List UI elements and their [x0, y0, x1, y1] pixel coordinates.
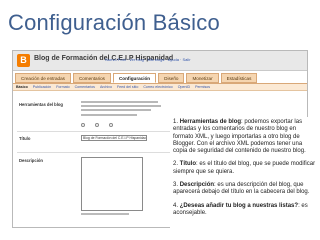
- slide-title: Configuración Básico: [8, 10, 220, 35]
- blogger-logo-icon: B: [17, 54, 30, 67]
- subtab-openid[interactable]: OpenID: [178, 85, 190, 89]
- top-links[interactable]: Nuevo Post · Ver blog · Mis blogs · Ayud…: [105, 57, 191, 62]
- term-listas: ¿Deseas añadir tu blog a nuestras listas…: [179, 202, 299, 209]
- subtab-formato[interactable]: Formato: [56, 85, 69, 89]
- subtab-publicacion[interactable]: Publicación: [33, 85, 51, 89]
- tools-label: Herramientas del blog: [19, 102, 63, 107]
- subtab-correo[interactable]: Correo electrónico: [143, 85, 172, 89]
- tab-diseno[interactable]: Diseño: [158, 73, 185, 83]
- subtab-feed[interactable]: Feed del sitio: [117, 85, 138, 89]
- tab-comentarios[interactable]: Comentarios: [72, 73, 111, 83]
- term-herramientas: Herramientas de blog: [179, 119, 242, 125]
- tools-options: [81, 123, 113, 127]
- tab-estadisticas[interactable]: Estadísticas: [220, 73, 258, 83]
- explanation-item-3: 3. Descripción: es una descripción del b…: [173, 182, 310, 196]
- explanation-item-2: 2. Título: es el título del blog, que se…: [173, 161, 316, 175]
- subtab-comentarios[interactable]: Comentarios: [75, 85, 95, 89]
- settings-subtabs: Básico Publicación Formato Comentarios A…: [13, 83, 307, 91]
- tab-monetizar[interactable]: Monetizar: [186, 73, 219, 83]
- subtab-archivo[interactable]: Archivo: [100, 85, 112, 89]
- blogger-header: B Blog de Formación del C.E.I.P Hispanid…: [13, 51, 307, 71]
- description-hint: [81, 213, 129, 215]
- tab-creacion[interactable]: Creación de entradas: [15, 73, 71, 83]
- option-radio[interactable]: [95, 123, 99, 127]
- title-label: Título: [19, 136, 31, 141]
- explanation-item-1: 1. Herramientas de blog: podemos exporta…: [173, 119, 306, 155]
- term-descripcion: Descripción: [179, 182, 215, 189]
- description-label: Descripción: [19, 158, 43, 163]
- explanation-panel: 1. Herramientas de blog: podemos exporta…: [170, 117, 320, 238]
- subtab-basico[interactable]: Básico: [16, 85, 28, 89]
- term-titulo: Título: [179, 161, 197, 168]
- option-radio[interactable]: [81, 123, 85, 127]
- description-textarea[interactable]: [81, 157, 143, 211]
- main-tabs: Creación de entradas Comentarios Configu…: [15, 73, 258, 83]
- tab-configuracion[interactable]: Configuración: [112, 73, 157, 83]
- subtab-permisos[interactable]: Permisos: [195, 85, 210, 89]
- option-radio[interactable]: [109, 123, 113, 127]
- title-input[interactable]: Blog de Formación del C.E.I.P Hispanidad: [81, 135, 147, 141]
- explanation-item-4: 4. ¿Deseas añadir tu blog a nuestras lis…: [173, 202, 308, 216]
